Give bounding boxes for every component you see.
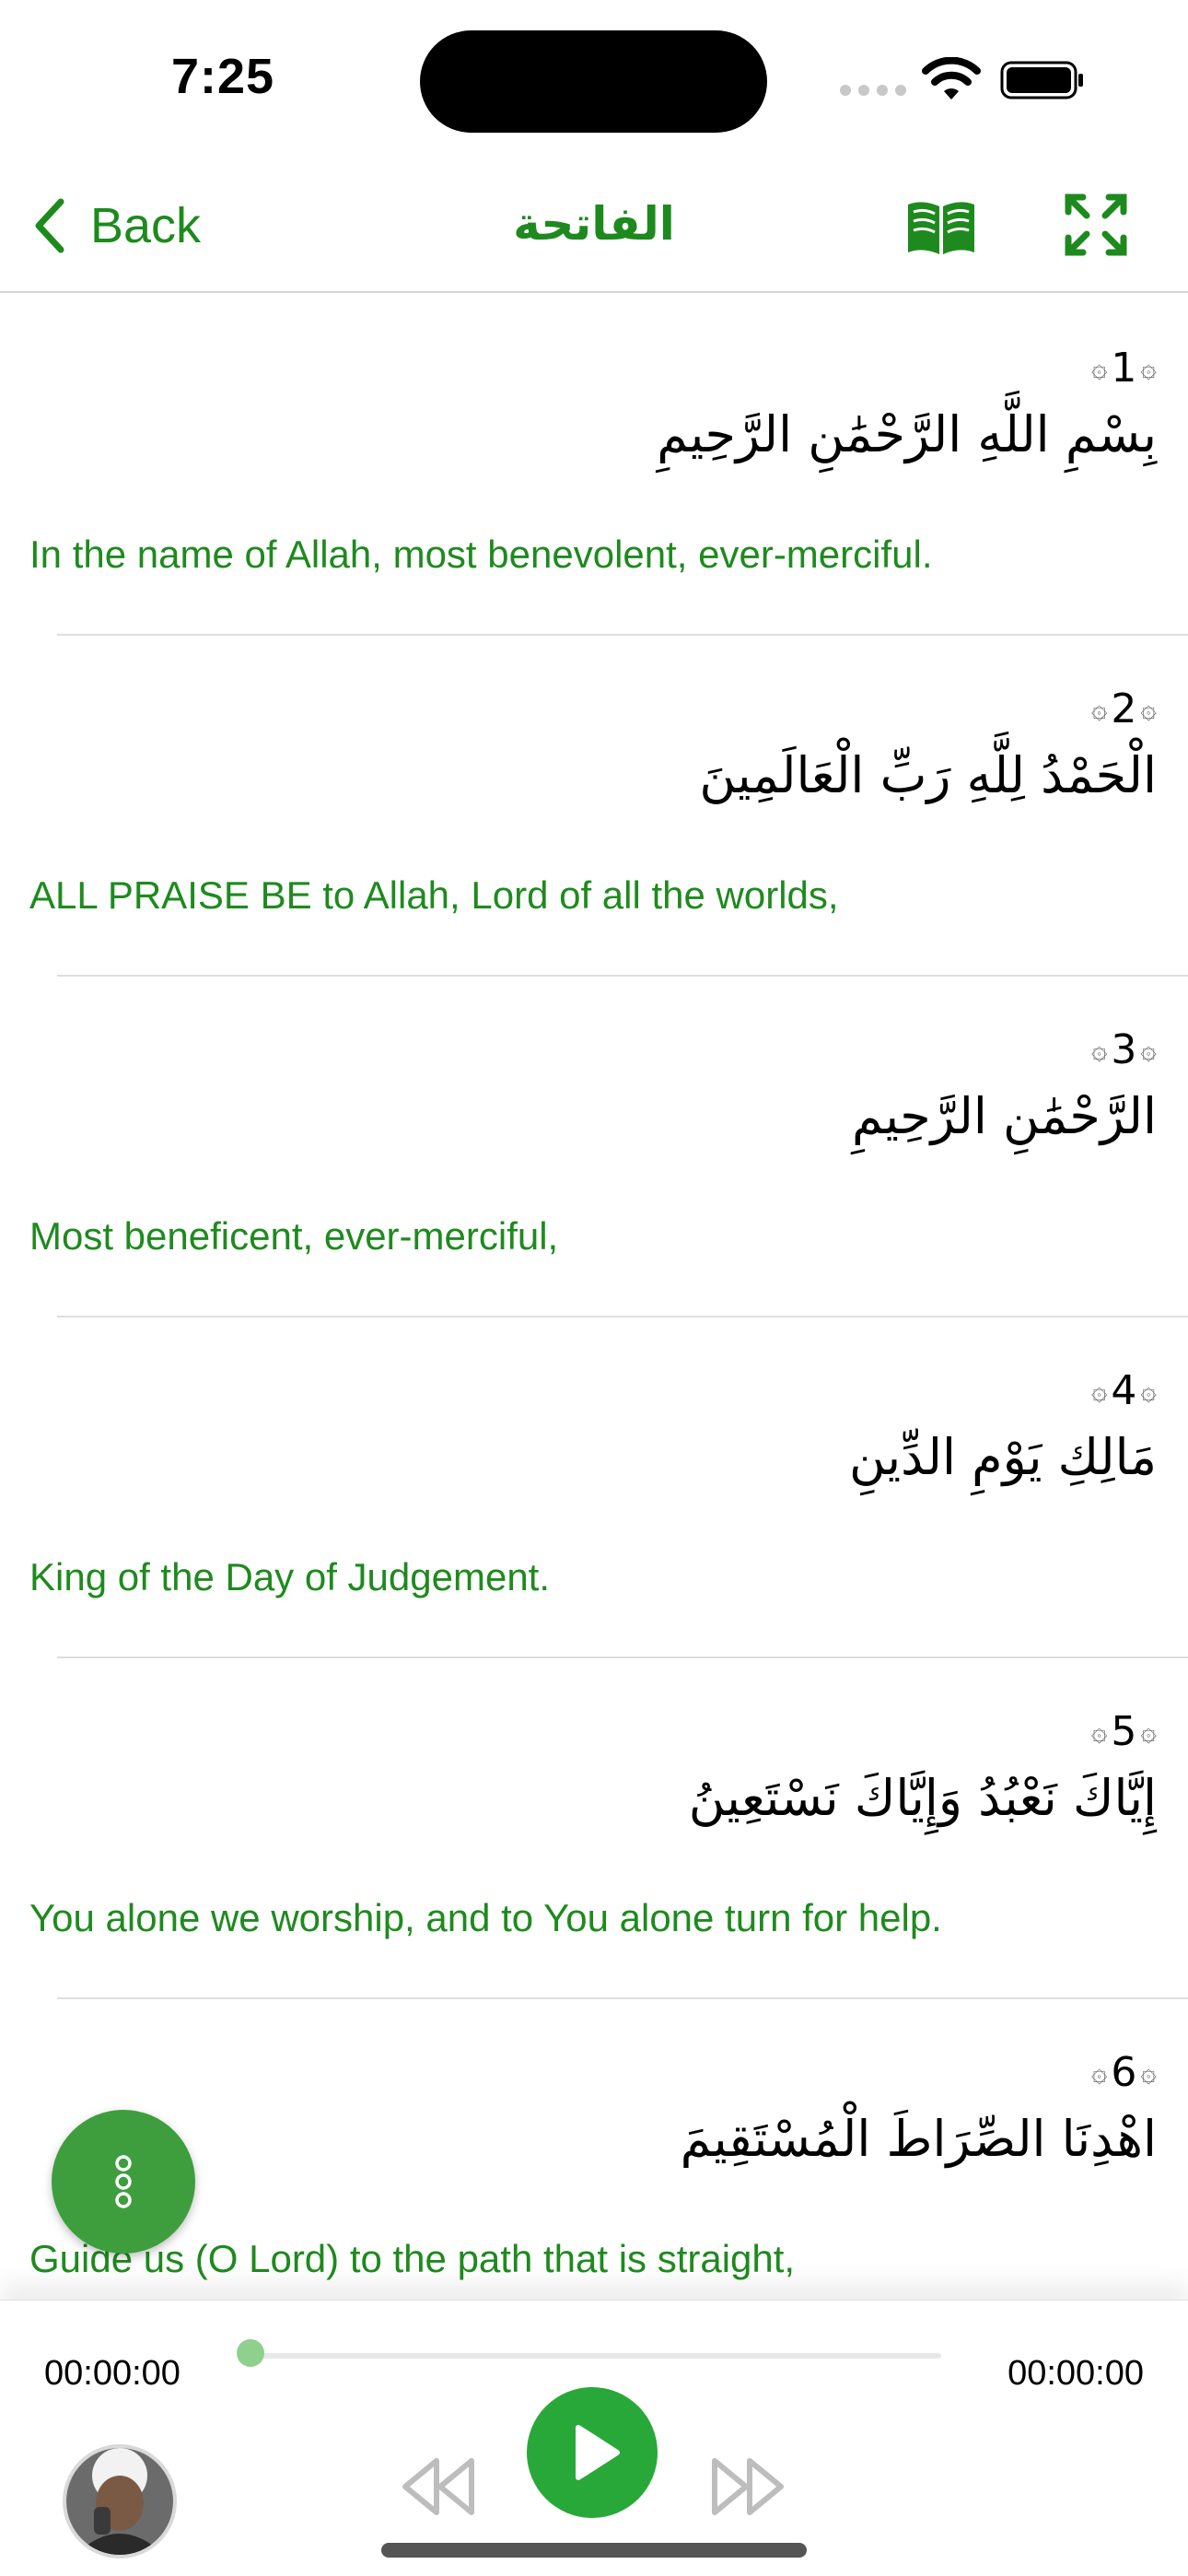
ornament-icon: ۞	[1090, 1033, 1108, 1066]
verse-row[interactable]: ۞ 4 ۞ مَالِكِ يَوْمِ الدِّينِ King of th…	[0, 1317, 1188, 1658]
fast-forward-icon[interactable]	[709, 2450, 788, 2523]
verse-arabic-text: بِسْمِ اللَّهِ الرَّحْمَٰنِ الرَّحِيمِ	[657, 405, 1157, 463]
current-time: 00:00:00	[44, 2354, 181, 2393]
ornament-icon: ۞	[1090, 692, 1108, 725]
fullscreen-icon[interactable]	[1063, 192, 1129, 258]
verse-number-badge: ۞ 3 ۞	[1091, 1023, 1157, 1076]
ornament-icon: ۞	[1140, 351, 1157, 384]
navigation-bar: Back الفاتحة	[0, 157, 1188, 293]
more-vertical-icon	[115, 2155, 132, 2208]
verse-number-badge: ۞ 6 ۞	[1091, 2045, 1157, 2099]
verse-arabic-text: الرَّحْمَٰنِ الرَّحِيمِ	[852, 1087, 1157, 1145]
verse-number: 1	[1111, 344, 1137, 392]
verse-row[interactable]: ۞ 5 ۞ إِيَّاكَ نَعْبُدُ وَإِيَّاكَ نَسْت…	[0, 1658, 1188, 1999]
verse-translation: Most beneficent, ever-merciful,	[29, 1214, 559, 1258]
verse-number-badge: ۞ 5 ۞	[1091, 1704, 1157, 1758]
signal-icon	[840, 85, 906, 96]
reciter-photo	[66, 2448, 173, 2555]
ornament-icon: ۞	[1140, 1374, 1157, 1407]
verse-number: 6	[1111, 2048, 1137, 2096]
ornament-icon: ۞	[1090, 351, 1108, 384]
back-label: Back	[90, 198, 202, 253]
total-time: 00:00:00	[1007, 2354, 1144, 2393]
audio-player: 00:00:00 00:00:00	[0, 2300, 1188, 2576]
book-icon[interactable]	[904, 197, 978, 258]
verse-arabic-text: الْحَمْدُ لِلَّهِ رَبِّ الْعَالَمِينَ	[699, 746, 1157, 804]
verse-number: 4	[1111, 1366, 1137, 1414]
verse-arabic-text: اهْدِنَا الصِّرَاطَ الْمُسْتَقِيمَ	[680, 2110, 1157, 2168]
ornament-icon: ۞	[1140, 1715, 1157, 1748]
verse-number-badge: ۞ 2 ۞	[1091, 682, 1157, 735]
reciter-avatar[interactable]	[63, 2444, 177, 2558]
progress-rail	[250, 2353, 941, 2359]
verse-arabic-text: مَالِكِ يَوْمِ الدِّينِ	[849, 1428, 1157, 1486]
verse-row[interactable]: ۞ 3 ۞ الرَّحْمَٰنِ الرَّحِيمِ Most benef…	[0, 977, 1188, 1317]
verse-number-badge: ۞ 1 ۞	[1091, 341, 1157, 394]
play-button[interactable]	[527, 2387, 658, 2518]
ornament-icon: ۞	[1140, 1033, 1157, 1066]
rewind-icon[interactable]	[398, 2450, 477, 2523]
ornament-icon: ۞	[1140, 692, 1157, 725]
wifi-icon	[922, 57, 981, 100]
verse-number: 2	[1111, 685, 1137, 732]
verse-list[interactable]: ۞ 1 ۞ بِسْمِ اللَّهِ الرَّحْمَٰنِ الرَّح…	[0, 295, 1188, 2300]
verse-arabic-text: إِيَّاكَ نَعْبُدُ وَإِيَّاكَ نَسْتَعِينُ	[688, 1769, 1157, 1827]
verse-translation: King of the Day of Judgement.	[29, 1555, 551, 1598]
verse-number: 3	[1111, 1025, 1137, 1073]
battery-icon	[1000, 61, 1083, 100]
verse-translation: You alone we worship, and to You alone t…	[29, 1896, 942, 1939]
ornament-icon: ۞	[1140, 2055, 1157, 2089]
ornament-icon: ۞	[1090, 1715, 1108, 1748]
back-button[interactable]: Back	[31, 193, 201, 258]
ornament-icon: ۞	[1090, 1374, 1108, 1407]
more-menu-button[interactable]	[52, 2110, 195, 2254]
status-time: 7:25	[171, 49, 275, 104]
verse-translation: In the name of Allah, most benevolent, e…	[29, 533, 933, 576]
verse-row[interactable]: ۞ 2 ۞ الْحَمْدُ لِلَّهِ رَبِّ الْعَالَمِ…	[0, 636, 1188, 977]
verse-row[interactable]: ۞ 1 ۞ بِسْمِ اللَّهِ الرَّحْمَٰنِ الرَّح…	[0, 295, 1188, 636]
home-indicator	[381, 2543, 807, 2558]
dynamic-island	[420, 30, 767, 133]
verse-number: 5	[1111, 1707, 1137, 1755]
verse-number-badge: ۞ 4 ۞	[1091, 1364, 1157, 1417]
verse-translation: ALL PRAISE BE to Allah, Lord of all the …	[29, 873, 839, 917]
progress-thumb[interactable]	[237, 2339, 264, 2367]
ornament-icon: ۞	[1090, 2055, 1108, 2089]
play-icon	[576, 2425, 620, 2480]
progress-slider[interactable]	[237, 2339, 941, 2367]
status-bar: 7:25	[0, 0, 1188, 157]
page-title: الفاتحة	[513, 197, 675, 251]
chevron-left-icon	[35, 198, 64, 253]
